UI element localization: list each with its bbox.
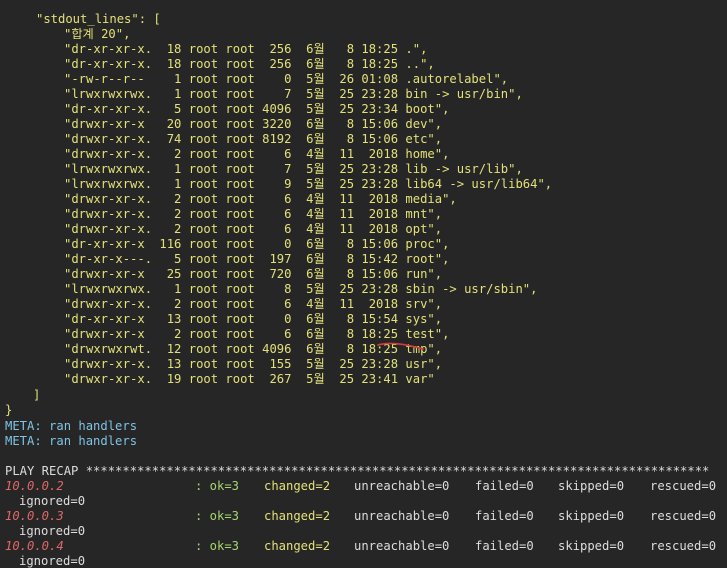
play-recap-heading: PLAY RECAP *****************************… <box>5 464 710 478</box>
ignored-count: ignored=0 <box>19 554 86 568</box>
rescued-count: rescued=0 <box>650 539 717 553</box>
red-underline-annotation <box>377 342 424 350</box>
failed-count: failed=0 <box>475 509 534 523</box>
ignored-count: ignored=0 <box>19 494 86 508</box>
stdout-line: "lrwxrwxrwx. 1 root root 8 5월 25 23:28 s… <box>64 282 538 296</box>
stdout-line: "drwxr-xr-x. 2 root root 6 4월 11 2018 me… <box>64 192 457 206</box>
host-name: 10.0.0.2 <box>5 479 64 493</box>
stdout-line: "lrwxrwxrwx. 1 root root 9 5월 25 23:28 l… <box>64 177 553 191</box>
host-name: 10.0.0.4 <box>5 539 64 553</box>
stdout-lines-key: "stdout_lines": [ <box>36 12 161 26</box>
skipped-count: skipped=0 <box>558 539 625 553</box>
rescued-count: rescued=0 <box>650 509 717 523</box>
changed-count: changed=2 <box>264 539 331 553</box>
skipped-count: skipped=0 <box>558 479 625 493</box>
stdout-line: "합계 20", <box>64 27 131 41</box>
changed-count: changed=2 <box>264 509 331 523</box>
stdout-line: "drwxr-xr-x 25 root root 720 6월 8 15:06 … <box>64 267 443 281</box>
meta-line: META: ran handlers <box>5 434 138 448</box>
closing-bracket: ] <box>33 388 41 402</box>
ignored-count: ignored=0 <box>19 524 86 538</box>
terminal-window: ' "stdout_lines": [ "합계 20", "dr-xr-xr-x… <box>0 0 727 568</box>
unreachable-count: unreachable=0 <box>354 509 450 523</box>
stdout-line: "drwxr-xr-x 2 root root 6 6월 8 18:25 tes… <box>64 327 450 341</box>
changed-count: changed=2 <box>264 479 331 493</box>
unreachable-count: unreachable=0 <box>354 479 450 493</box>
header-marker: ' <box>5 0 12 7</box>
stdout-line: "dr-xr-x---. 5 root root 197 6월 8 15:42 … <box>64 252 450 266</box>
stdout-line: "lrwxrwxrwx. 1 root root 7 5월 25 23:28 l… <box>64 162 523 176</box>
host-name: 10.0.0.3 <box>5 509 64 523</box>
stdout-line: "drwxr-xr-x. 2 root root 6 4월 11 2018 ho… <box>64 147 450 161</box>
stdout-line: "-rw-r--r-- 1 root root 0 5월 26 01:08 .a… <box>64 72 509 86</box>
stdout-line: "dr-xr-xr-x 13 root root 0 6월 8 15:54 sy… <box>64 312 443 326</box>
stdout-line: "drwxr-xr-x. 2 root root 6 4월 11 2018 mn… <box>64 207 443 221</box>
ok-count: : ok=3 <box>195 479 240 493</box>
stdout-line: "lrwxrwxrwx. 1 root root 7 5월 25 23:28 b… <box>64 87 523 101</box>
ok-count: : ok=3 <box>195 539 240 553</box>
stdout-line: "dr-xr-xr-x. 18 root root 256 6월 8 18:25… <box>64 57 435 71</box>
meta-line: META: ran handlers <box>5 419 138 433</box>
failed-count: failed=0 <box>475 539 534 553</box>
stdout-line: "dr-xr-xr-x. 18 root root 256 6월 8 18:25… <box>64 42 428 56</box>
failed-count: failed=0 <box>475 479 534 493</box>
stdout-line: "drwxr-xr-x. 74 root root 8192 6월 8 15:0… <box>64 132 443 146</box>
unreachable-count: unreachable=0 <box>354 539 450 553</box>
ok-count: : ok=3 <box>195 509 240 523</box>
rescued-count: rescued=0 <box>650 479 717 493</box>
closing-brace: } <box>5 403 13 417</box>
stdout-line: "drwxr-xr-x. 2 root root 6 4월 11 2018 sr… <box>64 297 443 311</box>
stdout-line: "dr-xr-xr-x 116 root root 0 6월 8 15:06 p… <box>64 237 450 251</box>
stdout-line: "dr-xr-xr-x. 5 root root 4096 5월 25 23:3… <box>64 102 450 116</box>
stdout-line: "drwxr-xr-x. 13 root root 155 5월 25 23:2… <box>64 357 443 371</box>
skipped-count: skipped=0 <box>558 509 625 523</box>
stdout-line: "drwxr-xr-x. 19 root root 267 5월 25 23:4… <box>64 372 435 386</box>
stdout-line: "drwxr-xr-x 20 root root 3220 6월 8 15:06… <box>64 117 443 131</box>
stdout-line: "drwxr-xr-x. 2 root root 6 4월 11 2018 op… <box>64 222 443 236</box>
